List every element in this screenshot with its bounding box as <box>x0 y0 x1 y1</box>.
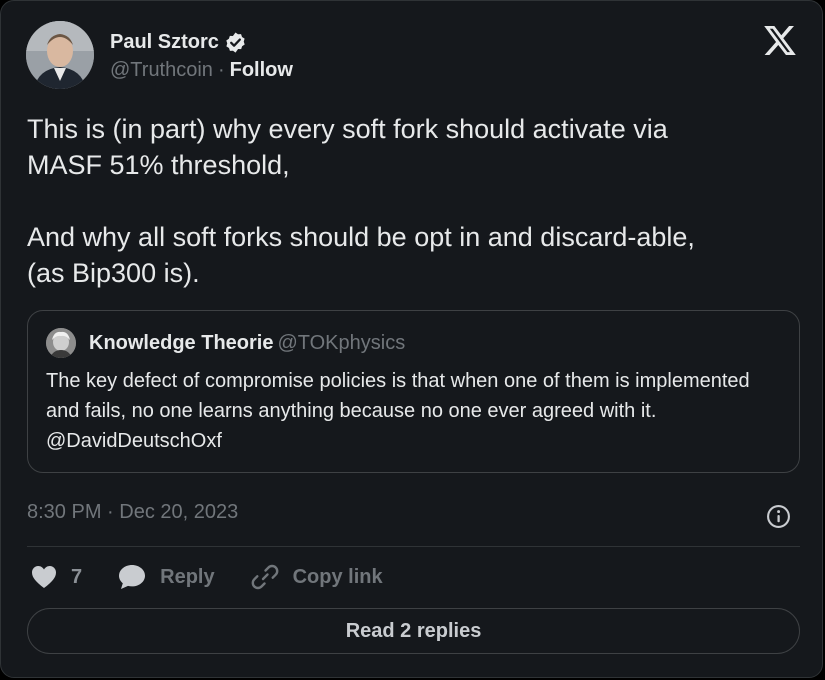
read-replies-label: Read 2 replies <box>345 619 482 642</box>
follow-button[interactable]: Follow <box>230 59 293 82</box>
quoted-author-name: Knowledge Theorie <box>89 331 274 354</box>
tweet-card: Paul Sztorc @Truthcoin · Follow This is … <box>0 0 823 678</box>
tweet-header: Paul Sztorc @Truthcoin · Follow <box>26 21 293 89</box>
speech-bubble-icon <box>119 565 146 589</box>
quoted-tweet-header: Knowledge Theorie @TOKphysics <box>46 328 405 358</box>
verified-badge-icon <box>226 32 245 53</box>
author-handle[interactable]: @Truthcoin <box>110 59 213 82</box>
copy-link-button[interactable]: Copy link <box>251 563 383 591</box>
like-button[interactable]: 7 <box>31 565 82 589</box>
author-name-row: Paul Sztorc <box>110 29 293 57</box>
divider <box>27 546 800 547</box>
reply-button[interactable]: Reply <box>118 564 215 590</box>
tweet-timestamp: 8:30 PM · Dec 20, 2023 <box>27 501 238 524</box>
author-name[interactable]: Paul Sztorc <box>110 31 219 54</box>
quoted-author-handle: @TOKphysics <box>277 331 406 354</box>
heart-icon <box>32 566 56 588</box>
author-handle-row: @Truthcoin · Follow <box>110 59 293 82</box>
x-logo-icon[interactable] <box>764 26 796 55</box>
author-avatar[interactable] <box>26 21 94 89</box>
read-replies-button[interactable]: Read 2 replies <box>27 608 800 654</box>
author-info: Paul Sztorc @Truthcoin · Follow <box>110 29 293 82</box>
tweet-date[interactable]: Dec 20, 2023 <box>119 501 238 523</box>
copy-link-label: Copy link <box>292 565 383 588</box>
reply-label: Reply <box>160 565 215 588</box>
tweet-time[interactable]: 8:30 PM <box>27 501 101 523</box>
info-icon[interactable] <box>766 504 791 529</box>
handle-separator: · <box>217 58 225 81</box>
tweet-text: This is (in part) why every soft fork sh… <box>27 114 695 288</box>
quoted-tweet-text: The key defect of compromise policies is… <box>46 370 750 452</box>
timestamp-separator: · <box>107 501 114 523</box>
quoted-tweet[interactable]: Knowledge Theorie @TOKphysics The key de… <box>27 310 800 473</box>
action-bar: 7 Reply Copy link <box>31 563 419 591</box>
quoted-author-avatar <box>46 328 76 358</box>
link-icon <box>251 564 278 590</box>
like-count: 7 <box>71 565 83 588</box>
